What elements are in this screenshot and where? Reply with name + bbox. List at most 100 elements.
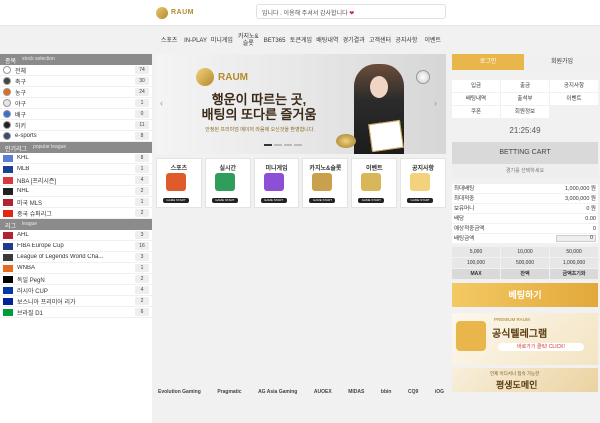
tile-start-button[interactable]: GAME START — [211, 198, 238, 203]
domain-promo[interactable]: 언제 어디서나 접속 가능한 평생도메인 — [452, 368, 598, 392]
popular-league-item[interactable]: NBA [프리시즌] 4 — [0, 175, 152, 186]
nav-sports[interactable]: 스포츠 — [156, 28, 182, 54]
place-bet-button[interactable]: 베팅하기 — [452, 283, 598, 307]
telegram-promo[interactable]: PREMIUM RAUM 공식텔레그램 바로가기 클릭! CLICK! — [452, 313, 598, 365]
sport-item[interactable]: 야구 1 — [0, 98, 152, 109]
league-item[interactable]: League of Legends World Cha... 3 — [0, 252, 152, 263]
bet-amount-input[interactable]: 0 — [556, 235, 596, 242]
bet-info-label: 예상적중금액 — [454, 226, 485, 232]
menu-bet-history[interactable]: 배팅내역 — [452, 93, 500, 105]
popular-league-item[interactable]: 중국 슈퍼리그 2 — [0, 208, 152, 219]
playing-cards-icon — [368, 119, 404, 153]
nav-bet365[interactable]: BET365 — [261, 28, 287, 54]
menu-attendance[interactable]: 출석부 — [501, 93, 549, 105]
league-count-badge: 3 — [135, 231, 149, 239]
register-button[interactable]: 회원가입 — [526, 54, 598, 70]
menu-notice[interactable]: 공지사항 — [550, 80, 598, 92]
game-tile[interactable]: 이벤트 GAME START — [351, 158, 398, 208]
amount-button[interactable]: 1,000,000 — [550, 258, 598, 268]
league-item[interactable]: FIBA Europe Cup 16 — [0, 241, 152, 252]
nav-token-game[interactable]: 토큰게임 — [288, 28, 314, 54]
sport-count-badge: 74 — [135, 66, 149, 74]
popular-league-count-badge: 1 — [135, 198, 149, 206]
banner-pagination — [264, 144, 302, 146]
nav-event[interactable]: 이벤트 — [420, 28, 446, 54]
tile-label: 미니게임 — [265, 166, 288, 172]
main-nav: 스포츠 IN-PLAY 미니게임 카지노&슬롯 BET365 토큰게임 배팅내역… — [156, 28, 446, 54]
league-item[interactable]: 러시아 CUP 4 — [0, 285, 152, 296]
banner-dot[interactable] — [294, 144, 302, 146]
popular-league-item[interactable]: NHL 2 — [0, 186, 152, 197]
tile-start-button[interactable]: GAME START — [163, 198, 189, 203]
nav-results[interactable]: 경기결과 — [341, 28, 367, 54]
amount-button[interactable]: 금액초기화 — [550, 269, 598, 279]
menu-event[interactable]: 이벤트 — [550, 93, 598, 105]
tile-start-button[interactable]: GAME START — [309, 198, 336, 203]
league-item[interactable]: AHL 3 — [0, 230, 152, 241]
menu-withdraw[interactable]: 출금 — [501, 80, 549, 92]
bet-info-label: 최대배팅 — [454, 186, 475, 192]
main-content: RAUM 행운이 따르는 곳, 배팅의 또다른 즐거움 안정된 프리미엄 메이저… — [156, 54, 446, 423]
game-tile[interactable]: 미니게임 GAME START — [253, 158, 300, 208]
tile-illustration-icon — [263, 173, 284, 191]
banner-prev-arrow-icon[interactable]: ‹ — [160, 98, 168, 108]
game-tile[interactable]: 카지노&슬롯 GAME START — [302, 158, 349, 208]
login-button[interactable]: 로그인 — [452, 54, 524, 70]
amount-button[interactable]: 100,000 — [452, 258, 500, 268]
banner-next-arrow-icon[interactable]: › — [434, 98, 442, 108]
tile-label: 실시간 — [219, 166, 237, 172]
amount-button[interactable]: 50,000 — [550, 247, 598, 257]
bet-amount-row: 배팅금액 0 — [452, 234, 598, 244]
league-count-badge: 6 — [135, 308, 149, 316]
game-tile[interactable]: 실시간 GAME START — [204, 158, 251, 208]
sport-item[interactable]: 전체 74 — [0, 65, 152, 76]
popular-league-item[interactable]: KHL 8 — [0, 153, 152, 164]
league-item[interactable]: 독일 PegN 2 — [0, 274, 152, 285]
banner-dot[interactable] — [264, 144, 272, 146]
amount-button[interactable]: 10,000 — [501, 247, 549, 257]
menu-deposit[interactable]: 입금 — [452, 80, 500, 92]
promo-click-button[interactable]: 바로가기 클릭! CLICK! — [498, 343, 584, 351]
bet-info-value: 3,000,000 원 — [564, 196, 596, 202]
league-label: WNBA — [17, 265, 35, 271]
nav-support[interactable]: 고객센터 — [367, 28, 393, 54]
league-count-badge: 2 — [135, 275, 149, 283]
tile-start-button[interactable]: GAME START — [358, 198, 385, 203]
popular-league-item[interactable]: MLB 1 — [0, 164, 152, 175]
sport-item[interactable]: 하키 11 — [0, 120, 152, 131]
nav-inplay[interactable]: IN-PLAY — [182, 28, 208, 54]
hero-banner[interactable]: RAUM 행운이 따르는 곳, 배팅의 또다른 즐거움 안정된 프리미엄 메이저… — [156, 54, 446, 154]
amount-button[interactable]: 500,000 — [501, 258, 549, 268]
amount-button[interactable]: 5,000 — [452, 247, 500, 257]
nav-notice[interactable]: 공지사항 — [393, 28, 419, 54]
game-tile[interactable]: 스포츠 GAME START — [156, 158, 202, 208]
amount-button[interactable]: MAX — [452, 269, 500, 279]
sport-ball-icon — [3, 88, 11, 96]
league-flag-icon — [3, 297, 13, 305]
sport-item[interactable]: 축구 30 — [0, 76, 152, 87]
league-item[interactable]: WNBA 1 — [0, 263, 152, 274]
sport-item[interactable]: e-sports 8 — [0, 131, 152, 142]
league-label: FIBA Europe Cup — [17, 243, 64, 249]
nav-minigame[interactable]: 미니게임 — [209, 28, 235, 54]
menu-coupon[interactable]: 쿠폰 — [452, 106, 500, 118]
tile-start-button[interactable]: GAME START — [260, 198, 287, 203]
site-logo[interactable]: RAUM — [156, 6, 194, 19]
nav-casino-slot[interactable]: 카지노&슬롯 — [235, 28, 261, 54]
bet-info-row: 배당 0.00 — [452, 214, 598, 224]
league-count-badge: 16 — [135, 242, 149, 250]
league-item[interactable]: 브라질 D1 6 — [0, 307, 152, 318]
nav-bet-history[interactable]: 배팅내역 — [314, 28, 340, 54]
league-item[interactable]: 보스니아 프리미어 리가 2 — [0, 296, 152, 307]
game-tile[interactable]: 공지사항 GAME START — [400, 158, 446, 208]
banner-dot[interactable] — [274, 144, 282, 146]
tile-start-button[interactable]: GAME START — [407, 198, 434, 203]
banner-dot[interactable] — [284, 144, 292, 146]
sport-item[interactable]: 배구 0 — [0, 109, 152, 120]
amount-button[interactable]: 잔액 — [501, 269, 549, 279]
popular-league-item[interactable]: 미국 MLS 1 — [0, 197, 152, 208]
sport-item[interactable]: 농구 24 — [0, 87, 152, 98]
menu-member-info[interactable]: 회원정보 — [501, 106, 549, 118]
league-label: AHL — [17, 232, 29, 238]
cart-empty-message: 경기를 선택하세요 — [452, 164, 598, 178]
